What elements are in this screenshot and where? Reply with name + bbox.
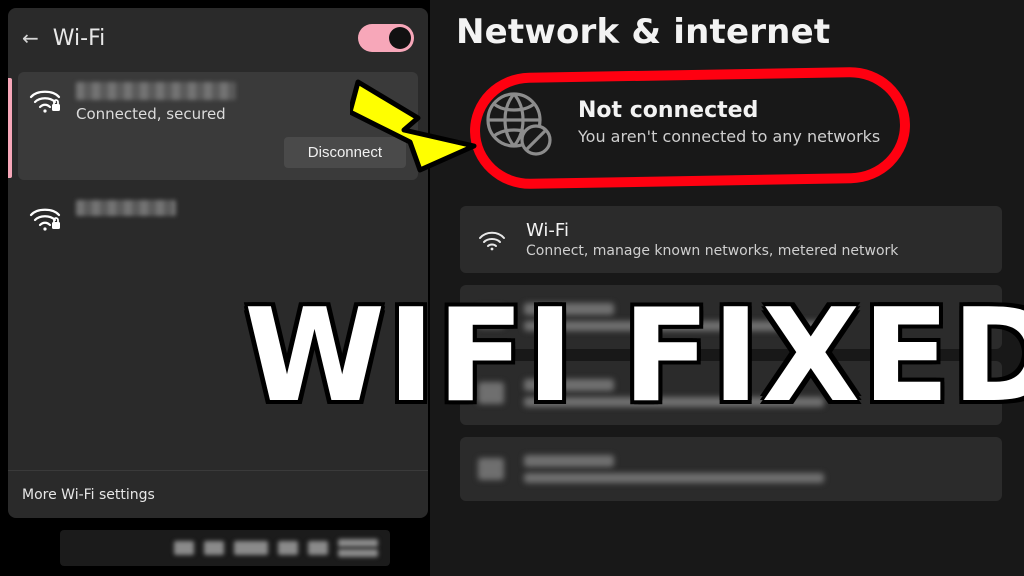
wifi-icon [478, 228, 506, 252]
tray-icon-blur [278, 541, 298, 555]
wifi-network-status: Connected, secured [76, 105, 236, 123]
wifi-network-head [28, 200, 406, 232]
thumbnail-caption: WIFI FIXED [244, 292, 1024, 423]
disconnect-row: Disconnect [28, 137, 406, 168]
disconnect-button[interactable]: Disconnect [284, 137, 406, 168]
wifi-toggle-knob [389, 27, 411, 49]
wifi-ssid-redacted [76, 82, 236, 100]
card-title-blur [524, 455, 614, 467]
wifi-ssid-redacted [76, 200, 176, 216]
tray-icon-blur [308, 541, 328, 555]
back-arrow-icon[interactable]: ← [22, 26, 39, 50]
tray-icon-blur [234, 541, 268, 555]
tray-icon-blur [174, 541, 194, 555]
wifi-network-head: Connected, secured [28, 82, 406, 123]
settings-card-text: Wi-Fi Connect, manage known networks, me… [526, 220, 898, 259]
wifi-locked-icon [28, 84, 62, 114]
card-text-blur [524, 455, 824, 483]
thumbnail-stage: ← Wi-Fi [0, 0, 1024, 576]
wifi-network-labels: Connected, secured [76, 82, 236, 123]
wifi-locked-icon [28, 202, 62, 232]
selection-accent-bar [8, 78, 12, 178]
settings-card-wifi[interactable]: Wi-Fi Connect, manage known networks, me… [460, 206, 1002, 273]
taskbar-fragment [60, 530, 390, 566]
wifi-network-row[interactable] [18, 190, 418, 244]
highlight-red-oval [469, 66, 911, 190]
settings-card-title: Wi-Fi [526, 220, 898, 241]
settings-card-sub: Connect, manage known networks, metered … [526, 243, 898, 259]
card-icon-blur [478, 458, 504, 480]
wifi-flyout-title: Wi-Fi [53, 26, 106, 51]
page-title: Network & internet [456, 12, 1006, 52]
wifi-flyout-panel: ← Wi-Fi [8, 8, 428, 518]
wifi-toggle[interactable] [358, 24, 414, 52]
card-sub-blur [524, 473, 824, 483]
wifi-network-labels [76, 200, 176, 219]
wifi-flyout-header: ← Wi-Fi [8, 8, 428, 66]
settings-card-redacted[interactable] [460, 437, 1002, 501]
more-wifi-settings-label: More Wi-Fi settings [22, 487, 155, 503]
wifi-network-row-connected[interactable]: Connected, secured Disconnect [18, 72, 418, 180]
more-wifi-settings-link[interactable]: More Wi-Fi settings [8, 470, 428, 518]
wifi-header-left: ← Wi-Fi [22, 26, 105, 51]
tray-icon-blur [204, 541, 224, 555]
tray-clock-blur [338, 538, 378, 558]
